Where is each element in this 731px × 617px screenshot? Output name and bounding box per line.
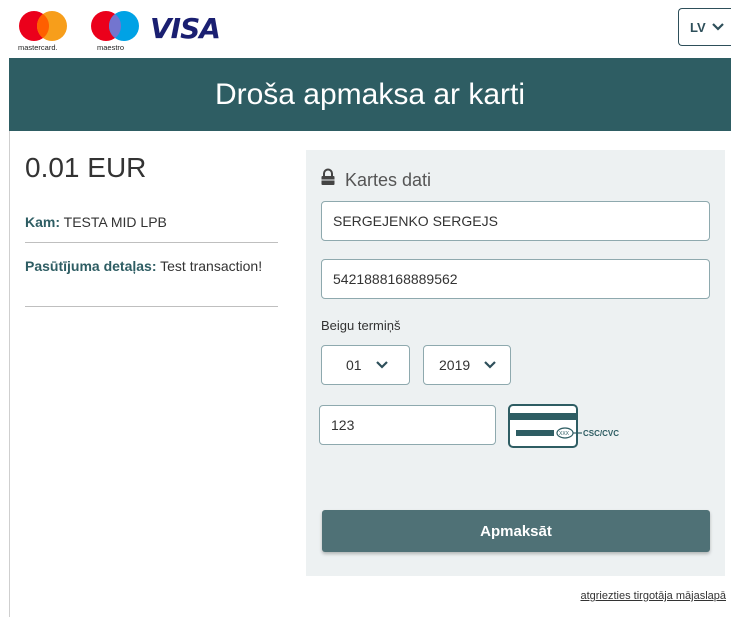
expiry-month-value: 01 — [346, 357, 362, 373]
expiry-label: Beigu termiņš — [321, 318, 401, 333]
chevron-down-icon — [711, 23, 724, 31]
payment-amount: 0.01 EUR — [25, 152, 147, 183]
top-bar: mastercard. maestro VISA LV — [0, 0, 731, 58]
return-to-merchant-link[interactable]: atgriezties tirgotāja mājaslapā — [580, 590, 726, 602]
recipient-value: TESTA MID LPB — [63, 214, 167, 230]
divider — [25, 306, 278, 307]
expiry-year-value: 2019 — [439, 357, 471, 373]
maestro-label: maestro — [97, 43, 124, 52]
chevron-down-icon — [375, 361, 388, 369]
card-number-value: 5421888168889562 — [333, 271, 458, 287]
page-title: Droša apmaksa ar karti — [214, 77, 526, 111]
page-header: Droša apmaksa ar karti — [9, 58, 731, 131]
mastercard-logo: mastercard. — [18, 11, 67, 52]
expiry-year-select[interactable]: 2019 — [423, 345, 511, 385]
maestro-logo: maestro — [91, 11, 139, 52]
chevron-down-icon — [484, 361, 496, 369]
order-details: Pasūtījuma detaļas: Test transaction! — [25, 256, 270, 276]
language-value: LV — [690, 19, 706, 35]
cvc-hint-code: XXX — [559, 431, 570, 437]
recipient-label: Kam: — [25, 214, 61, 230]
left-divider — [9, 131, 10, 617]
language-select[interactable]: LV — [678, 8, 731, 46]
card-form-title: Kartes dati — [345, 170, 432, 190]
divider — [25, 242, 278, 243]
expiry-month-select[interactable]: 01 — [321, 345, 410, 385]
cvc-value: 123 — [331, 417, 355, 433]
lock-icon — [321, 168, 335, 185]
pay-button[interactable]: Apmaksāt — [322, 510, 710, 552]
visa-logo: VISA — [150, 12, 221, 45]
cvc-hint-label: CSC/CVC — [583, 429, 619, 438]
cvc-input[interactable]: 123 — [319, 405, 496, 445]
order-details-label: Pasūtījuma detaļas: — [25, 258, 157, 274]
card-number-input[interactable]: 5421888168889562 — [321, 259, 710, 299]
cardholder-name-value: SERGEJENKO SERGEJS — [333, 213, 498, 229]
mastercard-label: mastercard. — [18, 43, 58, 52]
recipient-info: Kam: TESTA MID LPB — [25, 214, 167, 230]
order-details-value: Test transaction! — [160, 258, 263, 274]
card-back-cvc-icon: XXX CSC/CVC — [508, 404, 619, 448]
cardholder-name-input[interactable]: SERGEJENKO SERGEJS — [321, 201, 710, 241]
pay-button-label: Apmaksāt — [480, 522, 552, 540]
